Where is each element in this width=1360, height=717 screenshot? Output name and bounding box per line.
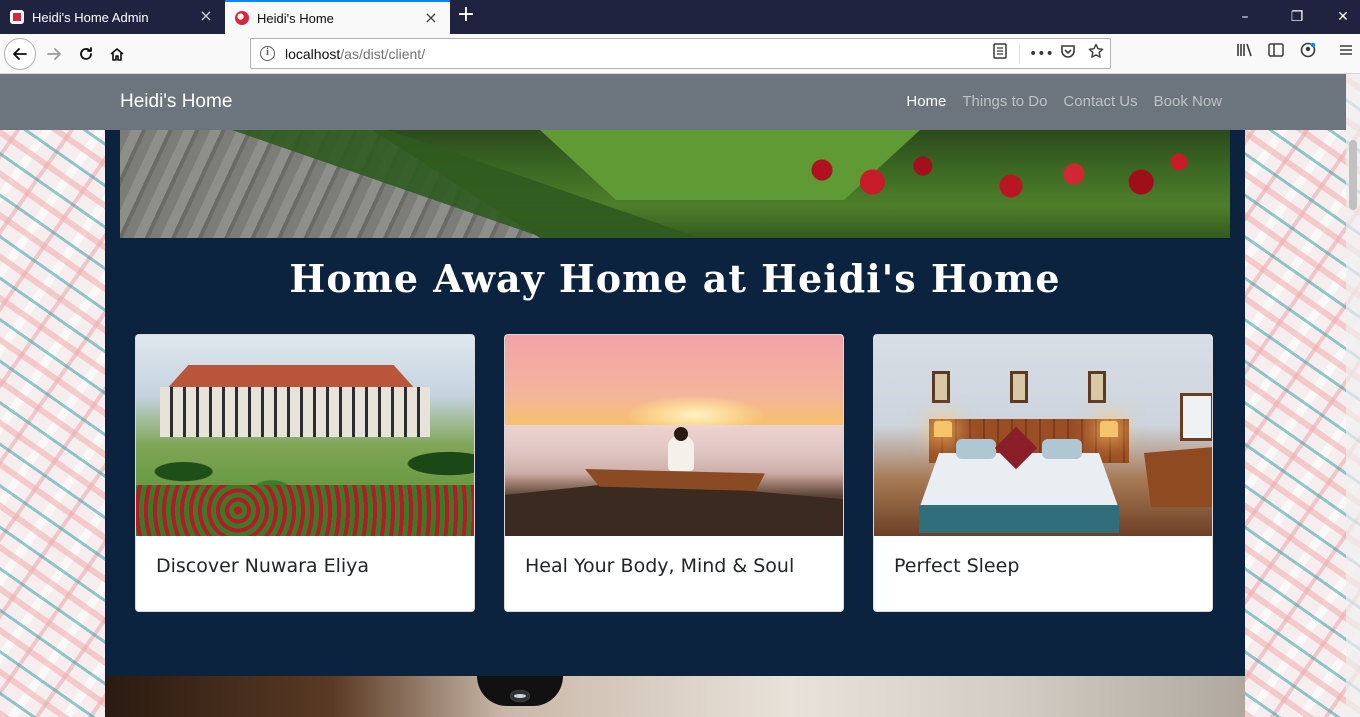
pocket-icon[interactable] bbox=[1057, 43, 1079, 65]
tab-admin[interactable]: Heidi's Home Admin × bbox=[0, 0, 225, 34]
new-tab-button[interactable]: + bbox=[455, 4, 477, 27]
restore-button[interactable]: ❐ bbox=[1274, 0, 1320, 34]
forward-button[interactable] bbox=[38, 38, 70, 70]
site-brand[interactable]: Heidi's Home bbox=[120, 91, 232, 113]
favicon-icon bbox=[235, 11, 249, 25]
page-headline: Home Away Home at Heidi's Home bbox=[289, 256, 1061, 301]
reader-view-icon[interactable] bbox=[989, 43, 1011, 65]
browser-toolbar: i localhost/as/dist/client/ ••• bbox=[0, 34, 1360, 74]
url-host: localhost bbox=[285, 46, 341, 62]
card-image-bedroom bbox=[874, 335, 1212, 536]
back-icon bbox=[13, 48, 27, 60]
home-icon bbox=[110, 48, 124, 61]
forward-icon bbox=[47, 48, 61, 60]
card-title: Discover Nuwara Eliya bbox=[156, 555, 370, 577]
library-icon[interactable] bbox=[1233, 42, 1257, 66]
card-sleep[interactable]: Perfect Sleep bbox=[873, 334, 1213, 612]
next-section-image bbox=[105, 676, 1245, 717]
url-path: /as/dist/client/ bbox=[340, 46, 426, 62]
card-title: Heal Your Body, Mind & Soul bbox=[525, 555, 795, 577]
sidebar-icon[interactable] bbox=[1264, 42, 1288, 66]
address-bar[interactable]: i localhost/as/dist/client/ ••• bbox=[250, 38, 1111, 69]
card-discover[interactable]: Discover Nuwara Eliya bbox=[135, 334, 475, 612]
main-content: Home Away Home at Heidi's Home Discover … bbox=[105, 130, 1245, 717]
card-heal[interactable]: Heal Your Body, Mind & Soul bbox=[504, 334, 844, 612]
page-scrollbar[interactable] bbox=[1346, 74, 1360, 717]
close-window-button[interactable]: ✕ bbox=[1320, 0, 1360, 34]
minimize-button[interactable]: – bbox=[1222, 0, 1268, 34]
bookmark-star-icon[interactable] bbox=[1085, 43, 1107, 65]
reload-button[interactable] bbox=[70, 38, 102, 70]
close-tab-icon[interactable]: × bbox=[424, 10, 438, 26]
page-viewport: Heidi's Home Home Things to Do Contact U… bbox=[0, 74, 1360, 717]
nav-home[interactable]: Home bbox=[906, 93, 946, 110]
favicon-icon bbox=[10, 10, 24, 24]
tab-home-label: Heidi's Home bbox=[257, 10, 334, 26]
scrollbar-thumb[interactable] bbox=[1349, 140, 1357, 210]
nav-contact-us[interactable]: Contact Us bbox=[1063, 93, 1137, 110]
tab-admin-label: Heidi's Home Admin bbox=[32, 9, 149, 25]
url-text[interactable]: localhost/as/dist/client/ bbox=[285, 46, 425, 62]
site-navbar: Heidi's Home Home Things to Do Contact U… bbox=[0, 74, 1346, 130]
site-info-icon[interactable]: i bbox=[260, 46, 275, 61]
close-tab-icon[interactable]: × bbox=[199, 8, 213, 24]
reload-icon bbox=[80, 47, 92, 60]
hero-garden-image bbox=[120, 130, 1230, 238]
url-separator bbox=[1019, 44, 1020, 64]
card-title: Perfect Sleep bbox=[894, 555, 1020, 577]
nav-things-to-do[interactable]: Things to Do bbox=[962, 93, 1047, 110]
browser-tab-bar: Heidi's Home Admin × Heidi's Home × + – … bbox=[0, 0, 1360, 34]
home-button[interactable] bbox=[101, 38, 133, 70]
nav-book-now[interactable]: Book Now bbox=[1154, 93, 1222, 110]
menu-icon[interactable] bbox=[1334, 42, 1358, 66]
card-image-sunrise bbox=[505, 335, 843, 536]
site-nav-links: Home Things to Do Contact Us Book Now bbox=[906, 93, 1222, 110]
tab-home[interactable]: Heidi's Home × bbox=[225, 0, 450, 34]
back-button[interactable] bbox=[4, 38, 36, 70]
page-actions-icon[interactable]: ••• bbox=[1029, 43, 1054, 65]
account-icon[interactable] bbox=[1296, 42, 1320, 66]
card-image-hotel bbox=[136, 335, 474, 536]
